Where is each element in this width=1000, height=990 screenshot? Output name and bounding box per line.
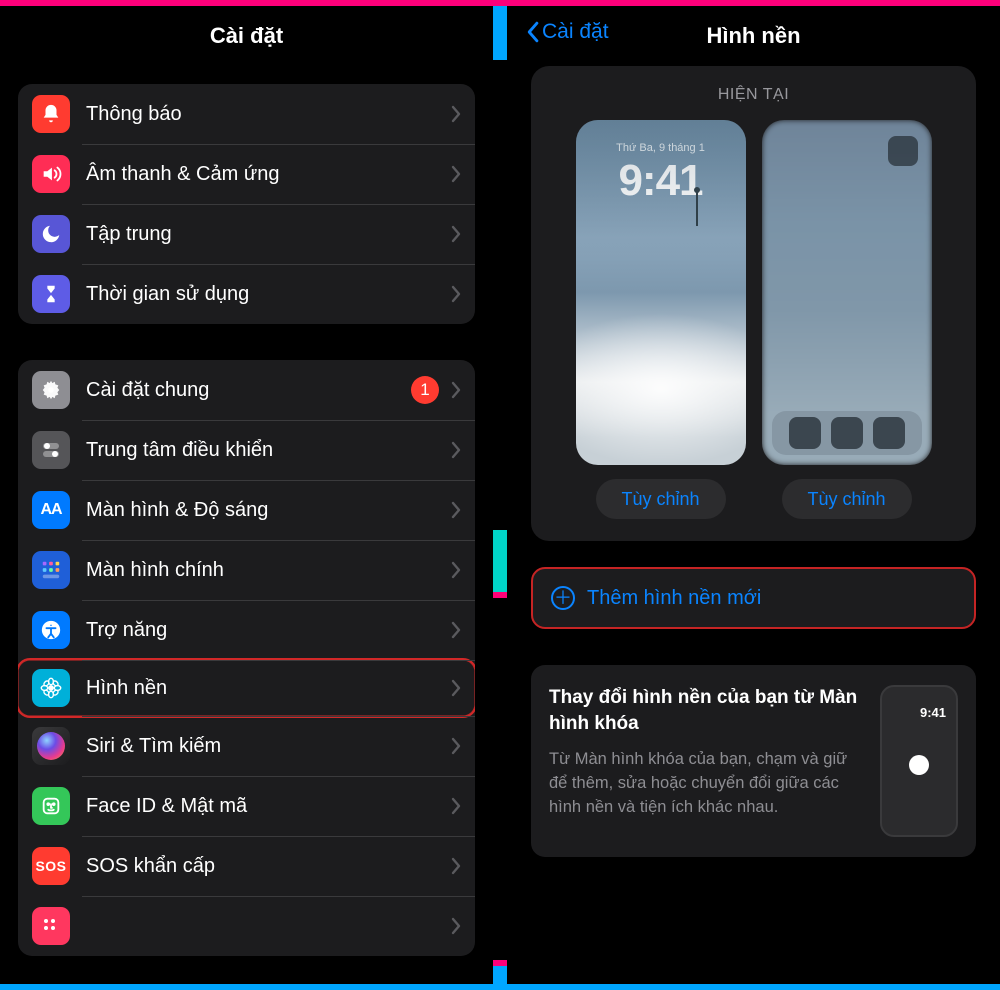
add-wallpaper-row[interactable]: ＋ Thêm hình nền mới [531,567,976,629]
chevron-left-icon [525,21,540,43]
lock-screen-preview-col: Thứ Ba, 9 tháng 1 9:41 Tùy chỉnh [576,120,746,519]
face-icon [32,787,70,825]
hint-body: Từ Màn hình khóa của bạn, chạm và giữ để… [549,748,862,820]
row-label: SOS khẩn cấp [86,855,451,878]
customize-lock-button[interactable]: Tùy chỉnh [596,479,726,519]
chevron-right-icon [451,165,461,183]
dots-icon [32,907,70,945]
settings-row-dots[interactable] [18,896,475,956]
row-label: Cài đặt chung [86,379,411,402]
chevron-right-icon [451,285,461,303]
settings-row-moon[interactable]: Tập trung [18,204,475,264]
mini-time: 9:41 [920,705,946,720]
row-label: Hình nền [86,677,451,700]
settings-row-flower[interactable]: Hình nền [18,658,475,718]
settings-row-hourglass[interactable]: Thời gian sử dụng [18,264,475,324]
chevron-right-icon [451,225,461,243]
mini-phone-illustration: 9:41 [880,685,958,837]
back-button[interactable]: Cài đặt [525,20,609,44]
chevron-right-icon [451,917,461,935]
current-wallpaper-card: HIỆN TẠI Thứ Ba, 9 tháng 1 9:41 Tùy chỉn… [531,66,976,541]
siri-icon [32,727,70,765]
settings-row-sound[interactable]: Âm thanh & Cảm ứng [18,144,475,204]
wallpaper-title: Hình nền [706,23,800,49]
hint-title: Thay đổi hình nền của bạn từ Màn hình kh… [549,685,862,736]
chevron-right-icon [451,621,461,639]
row-label: Âm thanh & Cảm ứng [86,163,451,186]
home-app-icon [888,136,918,166]
chevron-right-icon [451,381,461,399]
home-screen-preview-col: Tùy chỉnh [762,120,932,519]
current-label: HIỆN TẠI [549,86,958,104]
chevron-right-icon [451,679,461,697]
grid-icon [32,551,70,589]
dock [772,411,922,455]
settings-title: Cài đặt [210,23,283,49]
mini-cursor-icon [909,755,929,775]
settings-row-face[interactable]: Face ID & Mật mã [18,776,475,836]
settings-header: Cài đặt [0,6,493,66]
chevron-right-icon [451,561,461,579]
back-label: Cài đặt [542,20,609,44]
customize-home-button[interactable]: Tùy chỉnh [782,479,912,519]
settings-row-bell[interactable]: Thông báo [18,84,475,144]
row-label: Màn hình & Độ sáng [86,499,451,522]
row-label: Trợ năng [86,619,451,642]
chevron-right-icon [451,737,461,755]
chevron-right-icon [451,105,461,123]
row-label: Trung tâm điều khiển [86,439,451,462]
flower-icon [32,669,70,707]
chevron-right-icon [451,501,461,519]
access-icon [32,611,70,649]
row-label: Tập trung [86,223,451,246]
row-label: Thông báo [86,103,451,126]
lock-time: 9:41 [576,156,746,206]
settings-row-gear[interactable]: Cài đặt chung1 [18,360,475,420]
row-label: Thời gian sử dụng [86,283,451,306]
settings-row-sos[interactable]: SOS SOS khẩn cấp [18,836,475,896]
chevron-right-icon [451,797,461,815]
settings-row-aa[interactable]: AA Màn hình & Độ sáng [18,480,475,540]
settings-group-1: Thông báo Âm thanh & Cảm ứng Tập trung Thời… [18,84,475,324]
row-label: Face ID & Mật mã [86,795,451,818]
moon-icon [32,215,70,253]
sos-icon: SOS [32,847,70,885]
lock-date: Thứ Ba, 9 tháng 1 [576,142,746,154]
plus-circle-icon: ＋ [551,586,575,610]
settings-row-sliders[interactable]: Trung tâm điều khiển [18,420,475,480]
settings-row-siri[interactable]: Siri & Tìm kiếm [18,716,475,776]
row-label: Màn hình chính [86,559,451,582]
chevron-right-icon [451,441,461,459]
settings-group-2: Cài đặt chung1 Trung tâm điều khiển AA Màn … [18,360,475,956]
buoy-icon [696,190,698,226]
gear-icon [32,371,70,409]
sliders-icon [32,431,70,469]
lock-screen-preview[interactable]: Thứ Ba, 9 tháng 1 9:41 [576,120,746,465]
row-label: Siri & Tìm kiếm [86,735,451,758]
notification-badge: 1 [411,376,439,404]
lockscreen-hint-card: Thay đổi hình nền của bạn từ Màn hình kh… [531,665,976,857]
sound-icon [32,155,70,193]
add-wallpaper-label: Thêm hình nền mới [587,587,761,610]
hourglass-icon [32,275,70,313]
wallpaper-header: Cài đặt Hình nền [507,6,1000,66]
bell-icon [32,95,70,133]
settings-pane: Cài đặt Thông báo Âm thanh & Cảm ứng Tập t… [0,6,493,984]
wallpaper-pane: Cài đặt Hình nền HIỆN TẠI Thứ Ba, 9 thán… [507,6,1000,984]
settings-row-access[interactable]: Trợ năng [18,600,475,660]
home-screen-preview[interactable] [762,120,932,465]
settings-row-grid[interactable]: Màn hình chính [18,540,475,600]
aa-icon: AA [32,491,70,529]
chevron-right-icon [451,857,461,875]
